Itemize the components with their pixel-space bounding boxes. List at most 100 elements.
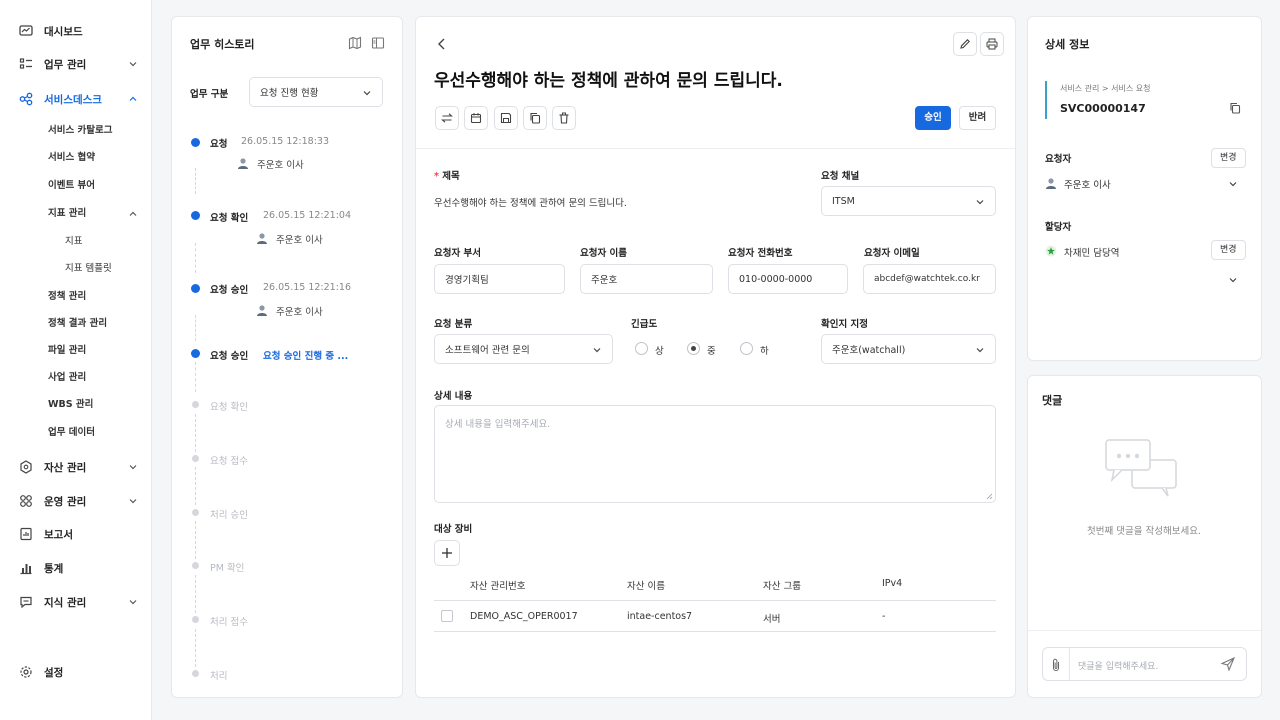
urgency-option-label: 중 [707, 346, 716, 357]
approve-button[interactable]: 승인 [915, 106, 951, 130]
timeline-step-label: 요청 확인 [210, 213, 249, 224]
timeline-step-label: 요청 [210, 139, 228, 150]
copy-icon [530, 112, 541, 124]
table-row[interactable]: DEMO_ASC_OPER0017 intae-centos7 서버 - [434, 601, 996, 632]
sidebar-sub-wbs[interactable]: WBS 관리 [48, 395, 93, 415]
subject-label: * 제목 [434, 168, 460, 182]
back-arrow-icon[interactable] [435, 37, 449, 51]
sidebar-sub-policy-result[interactable]: 정책 결과 관리 [48, 314, 107, 334]
sidebar-item-report[interactable]: 보고서 [0, 521, 152, 547]
timeline-dot [192, 670, 199, 677]
channel-select[interactable]: ITSM [821, 186, 996, 216]
timeline-step-label: 처리 승인 [210, 510, 248, 521]
sidebar-sub-metric-template[interactable]: 지표 템플릿 [65, 259, 112, 279]
reject-button[interactable]: 반려 [959, 106, 996, 130]
sidebar-item-label: 서비스데스크 [44, 93, 102, 106]
map-icon[interactable] [348, 36, 362, 50]
row-checkbox[interactable] [441, 610, 453, 622]
chevron-down-icon [129, 465, 137, 470]
confirmer-select[interactable]: 주운호(watchall) [821, 334, 996, 364]
divider [416, 148, 1015, 149]
sidebar-item-dashboard[interactable]: 대시보드 [0, 18, 152, 44]
subject-value[interactable]: 우선수행해야 하는 정책에 관하여 문의 드립니다. [434, 195, 627, 209]
copy-icon[interactable] [1229, 102, 1241, 114]
filter-value: 요청 진행 현황 [260, 88, 319, 99]
chevron-up-icon [129, 96, 137, 101]
filter-label: 업무 구분 [190, 89, 229, 100]
category-label: 요청 분류 [434, 319, 473, 330]
sidebar-item-label: 대시보드 [44, 25, 83, 38]
timeline-dot [191, 284, 200, 293]
sidebar-sub-metric-mgmt[interactable]: 지표 관리 [48, 204, 144, 224]
name-field[interactable]: 주운호 [580, 264, 713, 294]
panel-layout-icon[interactable] [371, 36, 385, 50]
timeline-connector [195, 521, 196, 559]
equipment-label: 대상 장비 [434, 524, 473, 535]
change-requester-button[interactable]: 변경 [1211, 148, 1246, 168]
sidebar-sub-label: 지표 관리 [48, 208, 87, 219]
report-icon [20, 527, 32, 541]
timeline-dot [192, 562, 199, 569]
sidebar-item-settings[interactable]: 설정 [0, 659, 152, 685]
phone-field[interactable]: 010-0000-0000 [728, 264, 848, 294]
timeline-step-label: 요청 확인 [210, 402, 248, 413]
filter-select[interactable]: 요청 진행 현황 [249, 77, 383, 107]
confirmer-value: 주운호(watchall) [832, 345, 906, 356]
delete-button[interactable] [552, 106, 576, 130]
sidebar-item-stats[interactable]: 통계 [0, 555, 152, 581]
detail-title: 상세 정보 [1045, 38, 1090, 51]
detail-textarea[interactable]: 상세 내용을 입력해주세요. [434, 405, 996, 503]
avatar-icon [1046, 178, 1056, 189]
accent-bar [1045, 81, 1047, 119]
print-button[interactable] [980, 32, 1004, 56]
sidebar-sub-policy[interactable]: 정책 관리 [48, 287, 86, 307]
comment-input[interactable]: 댓글을 입력해주세요. [1042, 647, 1247, 681]
category-select[interactable]: 소프트웨어 관련 문의 [434, 334, 613, 364]
sidebar-sub-file[interactable]: 파일 관리 [48, 341, 86, 361]
urgency-radio-medium[interactable] [687, 342, 700, 355]
transfer-button[interactable] [435, 106, 459, 130]
sidebar-sub-event-viewer[interactable]: 이벤트 뷰어 [48, 176, 95, 196]
sidebar-sub-task-data[interactable]: 업무 데이터 [48, 423, 95, 443]
urgency-radio-high[interactable] [635, 342, 648, 355]
timeline-step-label: 처리 [210, 671, 228, 682]
timeline-step-user: 주운호 이사 [276, 307, 323, 318]
save-button[interactable] [494, 106, 518, 130]
send-icon[interactable] [1221, 657, 1235, 671]
sidebar-item-operation[interactable]: 운영 관리 [0, 488, 152, 514]
timeline-dot [191, 138, 200, 147]
sidebar-item-knowledge[interactable]: 지식 관리 [0, 589, 152, 615]
edit-button[interactable] [953, 32, 977, 56]
add-equipment-button[interactable] [434, 540, 460, 566]
sidebar-item-servicedesk[interactable]: 서비스데스크 [0, 86, 152, 112]
requester-label: 요청자 [1045, 154, 1072, 165]
urgency-radio-low[interactable] [740, 342, 753, 355]
assignee-label: 할당자 [1045, 222, 1072, 233]
timeline-step-label: 처리 접수 [210, 617, 248, 628]
sidebar-sub-business[interactable]: 사업 관리 [48, 368, 86, 388]
schedule-button[interactable] [464, 106, 488, 130]
paperclip-icon[interactable] [1050, 658, 1062, 672]
sidebar-sub-metric[interactable]: 지표 [65, 232, 82, 252]
request-id: SVC00000147 [1060, 102, 1146, 115]
timeline-connector [195, 467, 196, 505]
urgency-label: 긴급도 [631, 319, 658, 330]
chevron-down-icon[interactable] [1228, 179, 1238, 189]
gear-icon [20, 666, 32, 678]
sidebar-sub-agreement[interactable]: 서비스 협약 [48, 148, 95, 168]
sidebar-item-asset[interactable]: 자산 관리 [0, 454, 152, 480]
change-assignee-button[interactable]: 변경 [1211, 240, 1246, 260]
sidebar-sub-catalog[interactable]: 서비스 카탈로그 [48, 121, 113, 141]
knowledge-icon [20, 596, 32, 609]
resize-handle-icon[interactable] [985, 492, 993, 500]
dept-field[interactable]: 경영기획팀 [434, 264, 565, 294]
assignee-name: 차재민 담당역 [1064, 248, 1120, 259]
chevron-up-icon [129, 211, 137, 216]
detail-label: 상세 내용 [434, 391, 473, 402]
email-field[interactable]: abcdef@watchtek.co.kr [863, 264, 996, 294]
copy-button[interactable] [523, 106, 547, 130]
stats-icon [20, 564, 32, 575]
column-header: IPv4 [882, 578, 903, 589]
chevron-down-icon[interactable] [1228, 275, 1238, 285]
sidebar-item-task[interactable]: 업무 관리 [0, 51, 152, 77]
